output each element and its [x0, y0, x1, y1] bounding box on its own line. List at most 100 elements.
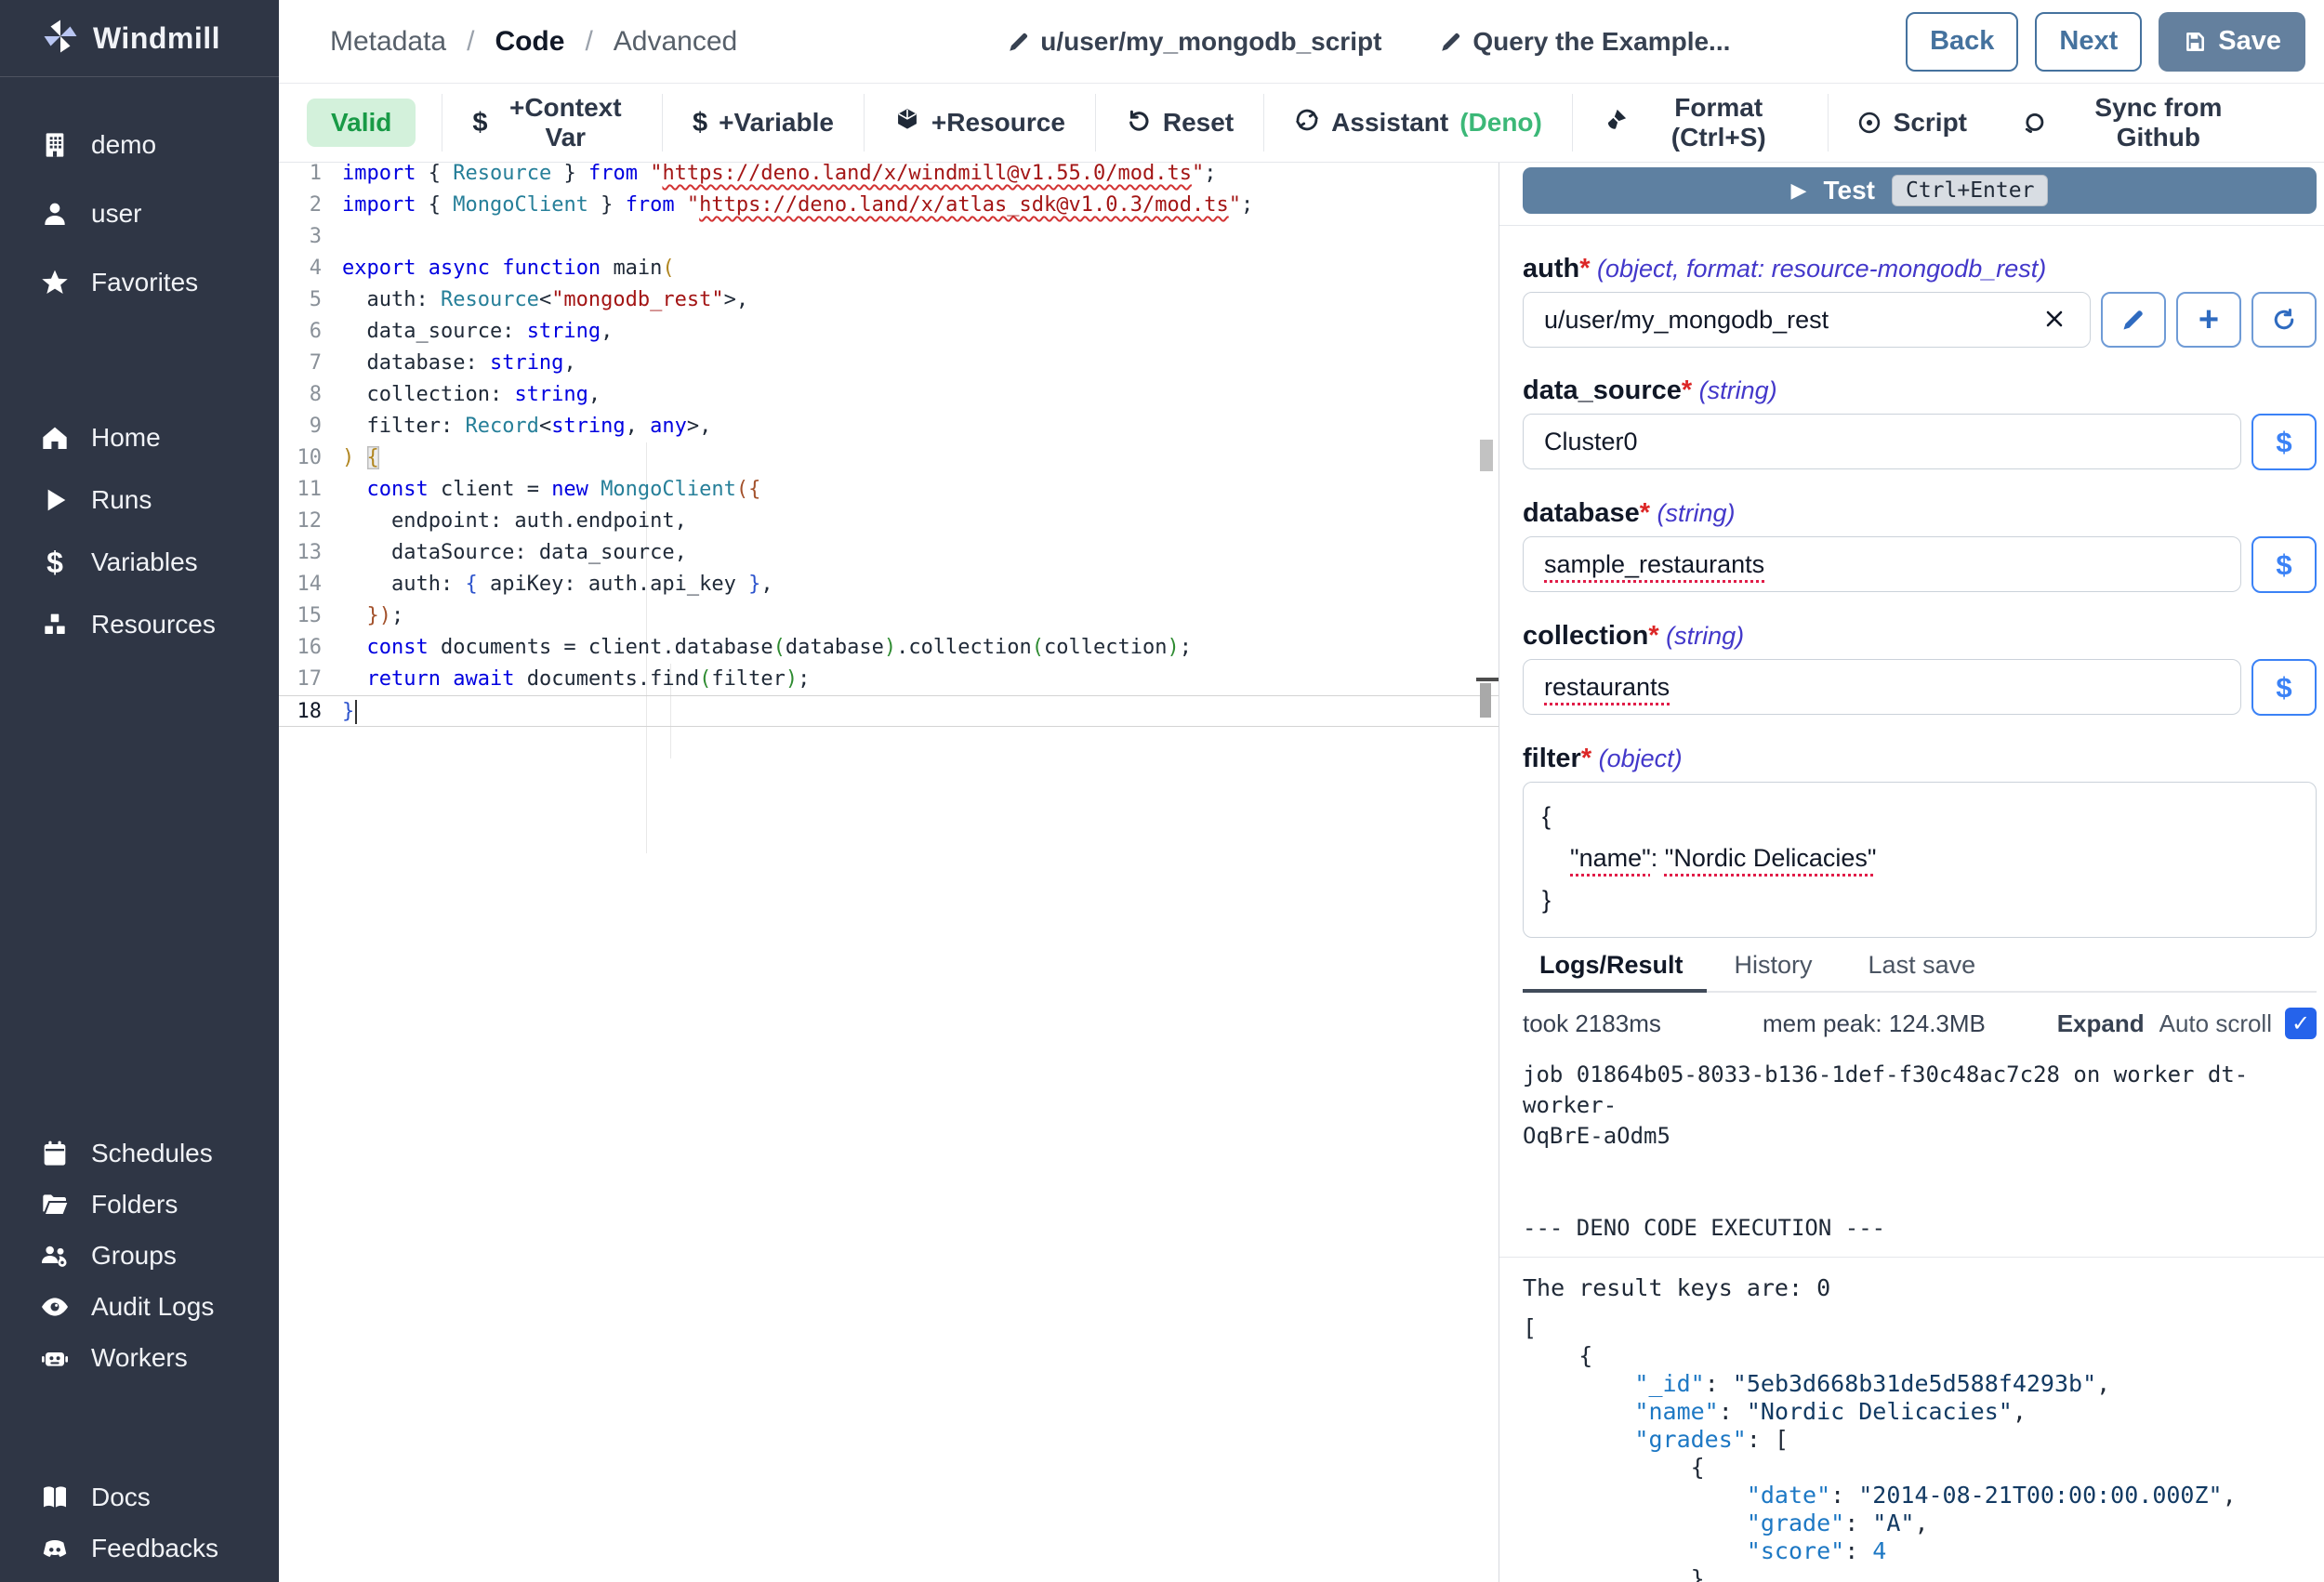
- sidebar-item-workers[interactable]: Workers: [0, 1332, 279, 1383]
- refresh-resource-button[interactable]: [2251, 292, 2317, 348]
- book-icon: [35, 1483, 74, 1512]
- auth-label: auth* (object, format: resource-mongodb_…: [1523, 254, 2317, 284]
- code-line: 16 const documents = client.database(dat…: [279, 632, 1499, 664]
- reset-icon: [1126, 107, 1152, 139]
- result-intro: The result keys are: 0: [1523, 1274, 2317, 1301]
- box-icon: [894, 107, 920, 139]
- breadcrumb-metadata[interactable]: Metadata: [330, 26, 446, 58]
- sidebar-workspace-group: demouser Favorites: [0, 111, 279, 317]
- next-button[interactable]: Next: [2035, 12, 2142, 72]
- edit-resource-button[interactable]: [2101, 292, 2166, 348]
- breadcrumb-separator: /: [585, 26, 592, 58]
- toolbar-button-label: +Resource: [931, 108, 1065, 138]
- sidebar-item-feedbacks[interactable]: Feedbacks: [0, 1523, 279, 1574]
- autoscroll-checkbox[interactable]: ✓: [2285, 1008, 2317, 1039]
- logo[interactable]: Windmill: [0, 0, 279, 77]
- line-number: 13: [279, 537, 335, 569]
- dollar-icon: $: [35, 547, 74, 577]
- code-line: 12 endpoint: auth.endpoint,: [279, 506, 1499, 537]
- overview-ruler-mark: [1480, 683, 1491, 718]
- sidebar-item-label: Docs: [91, 1483, 151, 1512]
- insert-variable-button[interactable]: $: [2251, 659, 2317, 716]
- sidebar-item-audit-logs[interactable]: Audit Logs: [0, 1281, 279, 1332]
- duration-text: took 2183ms: [1523, 1009, 1763, 1038]
- clear-resource-button[interactable]: [2040, 308, 2069, 333]
- toolbar-reset-button[interactable]: Reset: [1096, 94, 1264, 152]
- sidebar-item-label: Folders: [91, 1190, 178, 1219]
- line-number: 9: [279, 411, 335, 442]
- code-line: 13 dataSource: data_source,: [279, 537, 1499, 569]
- sync-github-button[interactable]: Sync from Github: [1995, 93, 2287, 152]
- sidebar-item-label: Favorites: [91, 268, 198, 297]
- tab-history[interactable]: History: [1707, 951, 1841, 991]
- script-summary[interactable]: Query the Example...: [1439, 27, 1730, 57]
- sidebar-item-demo[interactable]: demo: [0, 111, 279, 179]
- valid-badge: Valid: [307, 99, 416, 147]
- tab-last-save[interactable]: Last save: [1841, 951, 2004, 991]
- toolbar--resource-button[interactable]: +Resource: [865, 94, 1096, 152]
- line-number: 15: [279, 600, 335, 632]
- toolbar-button-label: Reset: [1163, 108, 1234, 138]
- save-button[interactable]: Save: [2159, 12, 2305, 72]
- tab-logs-result[interactable]: Logs/Result: [1523, 951, 1707, 993]
- windmill-logo-icon: [41, 17, 80, 60]
- sidebar-item-user[interactable]: user: [0, 179, 279, 248]
- filter-label: filter* (object): [1523, 744, 2317, 774]
- script-path[interactable]: u/user/my_mongodb_script: [1007, 27, 1381, 57]
- divider: [1499, 225, 2324, 226]
- close-icon: [2043, 308, 2066, 330]
- insert-variable-button[interactable]: $: [2251, 414, 2317, 470]
- sidebar-item-variables[interactable]: $Variables: [0, 531, 279, 593]
- sidebar-item-favorites[interactable]: Favorites: [0, 248, 279, 317]
- toolbar--context-var-button[interactable]: $+Context Var: [442, 94, 663, 152]
- sidebar-admin-group: Schedules Folders Groups Audit LogsWorkers: [0, 1127, 279, 1383]
- toolbar-button-label: +Variable: [719, 108, 834, 138]
- code-line: 7 database: string,: [279, 348, 1499, 379]
- sidebar-item-docs[interactable]: Docs: [0, 1471, 279, 1523]
- play-icon: ▶: [1791, 178, 1807, 203]
- code-line: 11 const client = new MongoClient({: [279, 474, 1499, 506]
- play-icon: [35, 485, 74, 515]
- pencil-icon: [1439, 30, 1463, 54]
- back-button[interactable]: Back: [1906, 12, 2018, 72]
- sidebar-item-schedules[interactable]: Schedules: [0, 1127, 279, 1179]
- person-icon: [35, 199, 74, 229]
- code-editor[interactable]: 1import { Resource } from "https://deno.…: [279, 163, 1499, 1582]
- windmill-script-editor: Windmill demouser Favorites HomeRuns$Vari…: [0, 0, 2324, 1582]
- groups-icon: [35, 1241, 74, 1271]
- test-button[interactable]: ▶ Test Ctrl+Enter: [1523, 167, 2317, 214]
- expand-button[interactable]: Expand: [2057, 1009, 2145, 1038]
- brand-name: Windmill: [93, 21, 220, 56]
- database-input[interactable]: sample_restaurants: [1523, 536, 2241, 592]
- editor-scrollbar-thumb[interactable]: [1480, 440, 1493, 471]
- breadcrumb-code[interactable]: Code: [495, 26, 564, 58]
- sidebar-item-label: Groups: [91, 1241, 177, 1271]
- code-line: 1import { Resource } from "https://deno.…: [279, 163, 1499, 190]
- sidebar-item-groups[interactable]: Groups: [0, 1230, 279, 1281]
- line-number: 14: [279, 569, 335, 600]
- sidebar-item-home[interactable]: Home: [0, 406, 279, 468]
- code-line: 4export async function main(: [279, 253, 1499, 284]
- toolbar--variable-button[interactable]: $+Variable: [663, 94, 865, 152]
- script-kind-button[interactable]: Script: [1829, 108, 1995, 138]
- line-number: 6: [279, 316, 335, 348]
- result-json: [ { "_id": "5eb3d668b31de5d588f4293b", "…: [1523, 1314, 2317, 1582]
- sidebar-item-runs[interactable]: Runs: [0, 468, 279, 531]
- data-source-input[interactable]: Cluster0: [1523, 414, 2241, 469]
- code-line: 10) {: [279, 442, 1499, 474]
- code-line: 3: [279, 221, 1499, 253]
- sidebar-item-label: Resources: [91, 610, 216, 639]
- add-resource-button[interactable]: +: [2176, 292, 2241, 348]
- filter-json-editor[interactable]: { "name": "Nordic Delicacies"}: [1523, 782, 2317, 938]
- sidebar-item-folders[interactable]: Folders: [0, 1179, 279, 1230]
- save-icon: [2183, 30, 2207, 54]
- collection-input[interactable]: restaurants: [1523, 659, 2241, 715]
- sidebar-item-issues[interactable]: Issues: [0, 1574, 279, 1582]
- insert-variable-button[interactable]: $: [2251, 536, 2317, 593]
- sidebar-item-resources[interactable]: Resources: [0, 593, 279, 655]
- code-line: 14 auth: { apiKey: auth.api_key },: [279, 569, 1499, 600]
- breadcrumb-advanced[interactable]: Advanced: [614, 26, 737, 58]
- toolbar-assistant-button[interactable]: Assistant (Deno): [1264, 94, 1573, 152]
- toolbar-format-ctrl-s--button[interactable]: Format (Ctrl+S): [1573, 94, 1829, 152]
- auth-resource-input[interactable]: u/user/my_mongodb_rest: [1523, 292, 2091, 348]
